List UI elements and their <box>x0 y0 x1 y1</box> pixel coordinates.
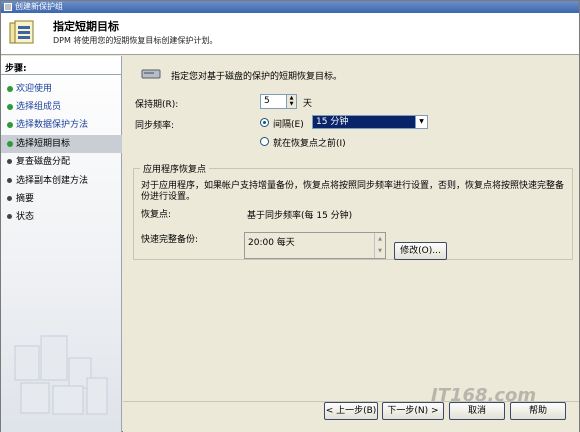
disk-icon <box>141 69 161 79</box>
steps-title: 步骤: <box>5 64 27 74</box>
steps-sidebar: 步骤: 欢迎使用 选择组成员 选择数据保护方法 选择短期目标 复查磁盘分配 选择… <box>1 56 122 432</box>
retention-value[interactable]: 5 <box>264 96 270 106</box>
step-pending-icon <box>7 159 12 164</box>
sidebar-item-label: 选择短期目标 <box>16 139 71 149</box>
step-done-icon <box>7 122 13 128</box>
sidebar-item-replica-method[interactable]: 选择副本创建方法 <box>1 172 122 190</box>
app-recovery-description: 对于应用程序，如果帐户支持增量备份，恢复点将按照同步频率进行设置，否则，恢复点将… <box>141 181 565 202</box>
sidebar-item-short-term-goals[interactable]: 选择短期目标 <box>1 135 122 153</box>
sidebar-item-select-members[interactable]: 选择组成员 <box>1 98 122 116</box>
sync-frequency-label: 同步频率: <box>135 121 175 131</box>
steps-divider <box>1 74 122 75</box>
sidebar-item-label: 选择组成员 <box>16 102 62 112</box>
main-panel: 指定您对基于磁盘的保护的短期恢复目标。 保持期(R): 5 ▲ ▼ 天 同步频率… <box>123 56 579 401</box>
page-title: 指定短期目标 <box>53 20 119 33</box>
step-done-icon <box>7 104 13 110</box>
before-recovery-label[interactable]: 就在恢复点之前(I) <box>273 136 346 149</box>
sidebar-item-label: 选择数据保护方法 <box>16 120 89 130</box>
interval-select[interactable]: 15 分钟 ▼ <box>312 115 428 129</box>
sidebar-item-welcome[interactable]: 欢迎使用 <box>1 80 122 98</box>
intro-text: 指定您对基于磁盘的保护的短期恢复目标。 <box>171 72 343 82</box>
sidebar-item-protection-method[interactable]: 选择数据保护方法 <box>1 116 122 134</box>
watermark: IT168.com <box>431 385 537 406</box>
chevron-down-icon[interactable]: ▼ <box>415 116 427 128</box>
modify-button[interactable]: 修改(O)... <box>394 242 447 260</box>
window-title: 创建新保护组 <box>15 2 63 11</box>
sidebar-item-label: 选择副本创建方法 <box>16 176 89 186</box>
app-recovery-legend: 应用程序恢复点 <box>140 162 210 175</box>
step-done-icon <box>7 86 13 92</box>
sidebar-item-summary[interactable]: 摘要 <box>1 190 122 208</box>
protection-group-icon <box>9 20 34 44</box>
retention-unit: 天 <box>303 99 313 109</box>
wizard-header: 指定短期目标 DPM 将使用您的短期恢复目标创建保护计划。 <box>1 13 579 55</box>
sidebar-item-status[interactable]: 状态 <box>1 208 122 226</box>
sidebar-item-label: 摘要 <box>16 194 35 204</box>
full-backup-label: 快速完整备份: <box>141 235 199 245</box>
full-backup-schedule-list[interactable]: 20:00 每天 ▲ ▼ <box>244 232 386 259</box>
sidebar-item-label: 欢迎使用 <box>16 84 53 94</box>
sidebar-item-review-disk[interactable]: 复查磁盘分配 <box>1 153 122 171</box>
retention-label: 保持期(R): <box>135 100 179 110</box>
title-bar: 创建新保护组 <box>1 1 579 13</box>
stepper-down-icon[interactable]: ▼ <box>287 101 296 107</box>
decorative-boxes-icon <box>14 335 108 415</box>
sidebar-item-label: 状态 <box>16 212 35 222</box>
step-pending-icon <box>7 178 12 183</box>
scrollbar[interactable]: ▲ ▼ <box>374 233 385 258</box>
page-description: DPM 将使用您的短期恢复目标创建保护计划。 <box>53 36 218 45</box>
retention-stepper-arrows[interactable]: ▲ ▼ <box>286 95 296 108</box>
interval-value[interactable]: 15 分钟 <box>316 117 348 127</box>
step-pending-icon <box>7 214 12 219</box>
back-button[interactable]: < 上一步(B) <box>324 402 378 420</box>
retention-stepper[interactable]: 5 ▲ ▼ <box>260 94 297 109</box>
recovery-point-label: 恢复点: <box>141 210 172 220</box>
before-recovery-radio[interactable] <box>260 137 269 146</box>
interval-label[interactable]: 间隔(E) <box>273 117 304 130</box>
scroll-down-icon[interactable]: ▼ <box>375 245 385 257</box>
step-current-icon <box>7 141 13 147</box>
recovery-point-value: 基于同步频率(每 15 分钟) <box>247 211 353 221</box>
scroll-up-icon[interactable]: ▲ <box>375 233 385 245</box>
app-icon <box>4 3 12 11</box>
sidebar-item-label: 复查磁盘分配 <box>16 157 71 167</box>
step-pending-icon <box>7 196 12 201</box>
full-backup-schedule[interactable]: 20:00 每天 <box>248 235 295 248</box>
interval-radio[interactable] <box>260 118 269 127</box>
wizard-window: 创建新保护组 指定短期目标 DPM 将使用您的短期恢复目标创建保护计划。 步骤:… <box>0 0 580 432</box>
